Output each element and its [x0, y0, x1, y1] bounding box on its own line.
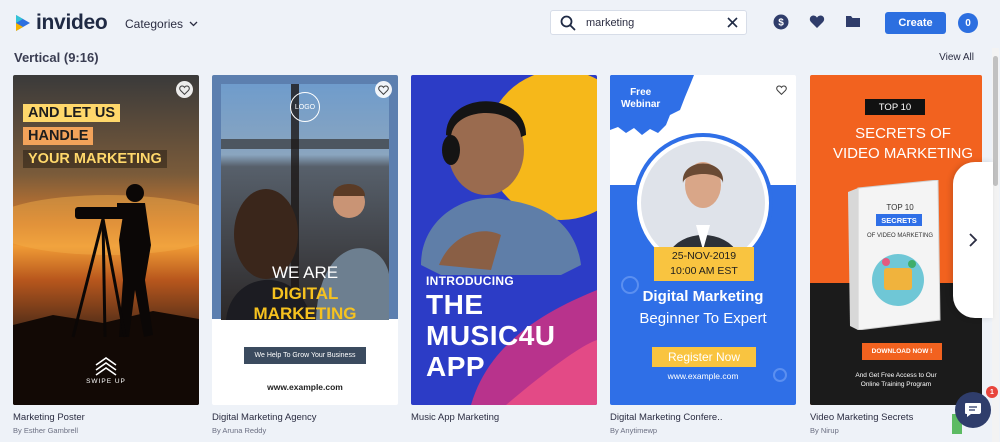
- art-badge-line-1: Free: [630, 87, 652, 98]
- categories-dropdown[interactable]: Categories: [125, 17, 198, 31]
- art-line-1: WE ARE: [271, 263, 339, 282]
- card-title[interactable]: Video Marketing Secrets: [810, 412, 913, 423]
- art-date: 25-NOV-2019: [671, 250, 737, 262]
- ebook-cover-image: TOP 10 SECRETS OF VIDEO MARKETING: [848, 180, 941, 330]
- template-card-music-app-marketing[interactable]: INTRODUCING THE MUSIC4U APP: [411, 75, 597, 405]
- card-title[interactable]: Digital Marketing Confere..: [610, 412, 722, 423]
- scrollbar-thumb[interactable]: [993, 56, 998, 186]
- art-footer: SWIPE UP: [86, 378, 126, 385]
- chevron-right-icon: [969, 233, 978, 247]
- heart-outline-icon: [179, 84, 190, 95]
- card-author: By Nirup: [810, 426, 839, 435]
- search-box: [550, 10, 747, 35]
- card-title[interactable]: Digital Marketing Agency: [212, 412, 317, 423]
- art-line-3: MARKETING: [253, 304, 357, 323]
- logo-icon: [16, 15, 30, 31]
- template-card-marketing-poster[interactable]: AND LET US HANDLE YOUR MARKETING SWIPE U…: [13, 75, 199, 405]
- favorite-button[interactable]: [375, 81, 392, 98]
- art-line-3: MUSIC4U: [426, 320, 556, 351]
- brand-name: invideo: [36, 11, 108, 34]
- art-line-1: AND LET US: [23, 104, 120, 122]
- art-cta: Register Now: [652, 347, 756, 367]
- art-book-line-3: OF VIDEO MARKETING: [867, 233, 933, 239]
- art-cta: DOWNLOAD NOW !: [862, 343, 942, 360]
- art-badge: TOP 10: [865, 99, 925, 115]
- art-line-2: Beginner To Expert: [639, 310, 767, 327]
- chat-button[interactable]: [955, 392, 991, 428]
- card-title[interactable]: Music App Marketing: [411, 412, 499, 423]
- art-line-3: YOUR MARKETING: [23, 150, 167, 168]
- heart-outline-icon: [378, 84, 389, 95]
- art-tagline: We Help To Grow Your Business: [244, 347, 366, 364]
- art-line-1: Digital Marketing: [642, 288, 764, 305]
- art-line-1: INTRODUCING: [426, 274, 514, 288]
- photographer-silhouette-image: [13, 184, 199, 405]
- heart-outline-icon: [776, 84, 787, 95]
- dollar-icon[interactable]: $: [773, 14, 789, 30]
- chevron-down-icon: [189, 21, 198, 27]
- categories-label: Categories: [125, 17, 184, 31]
- template-card-digital-marketing-conference[interactable]: Free Webinar 25-NOV-2019 10:00 AM EST Di…: [610, 75, 796, 405]
- search-input[interactable]: [586, 15, 716, 31]
- view-all-link[interactable]: View All: [939, 52, 974, 63]
- webinar-badge: Free Webinar: [621, 87, 660, 111]
- carousel-next-button[interactable]: [953, 162, 993, 318]
- art-line-2: VIDEO MARKETING: [832, 145, 974, 162]
- create-button[interactable]: Create: [885, 12, 946, 34]
- chat-notification-badge: 1: [986, 386, 998, 398]
- clear-search-icon[interactable]: [726, 16, 739, 29]
- art-line-4: SPECIALISTS: [250, 324, 360, 343]
- art-time: 10:00 AM EST: [670, 265, 738, 277]
- search-icon: [560, 15, 576, 31]
- section-title: Vertical (9:16): [14, 50, 99, 65]
- art-footer-line-1: And Get Free Access to Our: [855, 372, 937, 379]
- folder-icon[interactable]: [845, 14, 861, 29]
- heart-icon[interactable]: [809, 14, 825, 29]
- art-line-2: HANDLE: [23, 127, 94, 145]
- favorite-button[interactable]: [176, 81, 193, 98]
- art-footer: And Get Free Access to Our Online Traini…: [810, 371, 982, 389]
- card-author: By Esther Gambrell: [13, 426, 79, 435]
- art-line-2: DIGITAL: [271, 284, 339, 303]
- art-url: www.example.com: [267, 382, 343, 392]
- chat-icon: [965, 403, 981, 417]
- art-date-box: 25-NOV-2019 10:00 AM EST: [654, 247, 754, 281]
- art-logo: LOGO: [290, 92, 320, 122]
- art-footer-line-2: Online Training Program: [860, 381, 932, 388]
- favorite-button[interactable]: [773, 81, 790, 98]
- art-url: www.example.com: [667, 371, 739, 381]
- svg-text:$: $: [778, 18, 784, 29]
- art-line-4: APP: [426, 351, 486, 382]
- template-card-digital-marketing-agency[interactable]: LOGO WE ARE DIGITAL MARKETING SPECIALIST…: [212, 75, 398, 405]
- art-book-line-1: TOP 10: [886, 203, 914, 212]
- art-badge-line-2: Webinar: [621, 99, 661, 110]
- art-line-2: THE: [426, 289, 484, 320]
- art-line-1: SECRETS OF: [855, 125, 951, 142]
- brand-logo[interactable]: invideo: [14, 11, 108, 35]
- avatar[interactable]: 0: [958, 13, 978, 33]
- card-title[interactable]: Marketing Poster: [13, 412, 85, 423]
- page-scrollbar[interactable]: [992, 48, 999, 442]
- top-header: invideo Categories $ Create 0: [0, 0, 1000, 46]
- card-author: By Aruna Reddy: [212, 426, 267, 435]
- art-book-line-2: SECRETS: [881, 216, 916, 225]
- card-author: By Anytimewp: [610, 426, 658, 435]
